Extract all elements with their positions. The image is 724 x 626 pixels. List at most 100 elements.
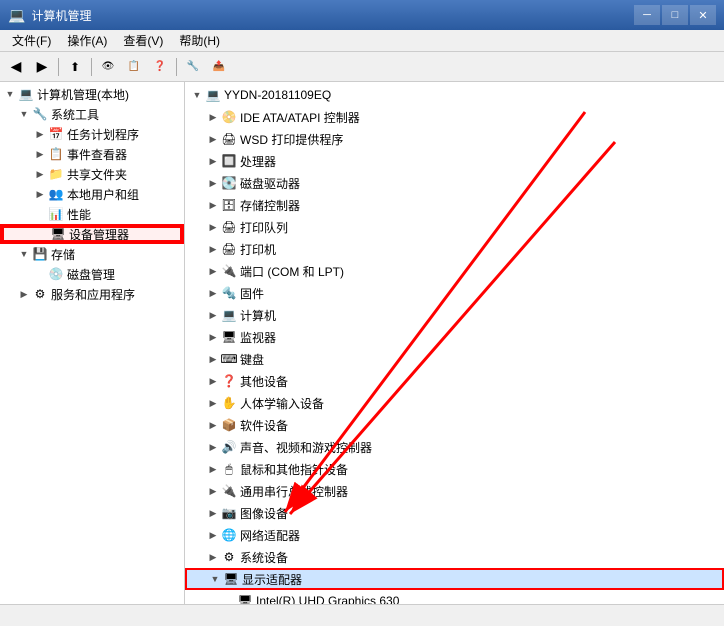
right-label-computer: 计算机 — [240, 307, 276, 324]
right-icon-computer: 💻 — [221, 307, 237, 323]
right-icon-hdisk: 💽 — [221, 175, 237, 191]
shared-icon: 📁 — [48, 166, 64, 182]
right-icon-imaging: 📷 — [221, 505, 237, 521]
right-item-audio[interactable]: ▶ 🔊 声音、视频和游戏控制器 — [185, 436, 724, 458]
right-label-firmware: 固件 — [240, 285, 264, 302]
minimize-button[interactable]: ─ — [634, 5, 660, 25]
right-label-network: 网络适配器 — [240, 527, 300, 544]
right-label-printqueue: 打印队列 — [240, 219, 288, 236]
right-expand-sysdev: ▶ — [205, 549, 221, 565]
right-label-printer: 打印机 — [240, 241, 276, 258]
right-item-wsd[interactable]: ▶ 🖨 WSD 打印提供程序 — [185, 128, 724, 150]
left-tree-item-users[interactable]: ▶ 👥 本地用户和组 — [0, 184, 184, 204]
right-tree-item-root[interactable]: ▼ 💻 YYDN-20181109EQ — [185, 84, 724, 106]
right-item-hdisk[interactable]: ▶ 💽 磁盘驱动器 — [185, 172, 724, 194]
up-button[interactable]: ⬆ — [63, 56, 87, 78]
menu-view[interactable]: 查看(V) — [115, 30, 171, 51]
right-item-keyboard[interactable]: ▶ ⌨ 键盘 — [185, 348, 724, 370]
right-item-printer[interactable]: ▶ 🖨 打印机 — [185, 238, 724, 260]
toolbar-sep-2 — [91, 58, 92, 76]
right-icon-network: 🌐 — [221, 527, 237, 543]
right-expand-network: ▶ — [205, 527, 221, 543]
right-item-cpu[interactable]: ▶ 🔲 处理器 — [185, 150, 724, 172]
left-label-perf: 性能 — [67, 206, 91, 223]
left-tree-item-perf[interactable]: 📊 性能 — [0, 204, 184, 224]
right-icon-ide: 📀 — [221, 109, 237, 125]
services-icon: ⚙ — [32, 286, 48, 302]
expand-icon-disk — [32, 266, 48, 282]
right-label-monitor: 监视器 — [240, 329, 276, 346]
systemtools-icon: 🔧 — [32, 106, 48, 122]
right-item-firmware[interactable]: ▶ 🔩 固件 — [185, 282, 724, 304]
right-expand-usb: ▶ — [205, 483, 221, 499]
right-expand-display: ▼ — [207, 571, 223, 587]
events-icon: 📋 — [48, 146, 64, 162]
left-tree-item-systemtools[interactable]: ▼ 🔧 系统工具 — [0, 104, 184, 124]
right-icon-monitor: 🖥 — [221, 329, 237, 345]
left-tree-item-devmgr[interactable]: 🖥 设备管理器 — [0, 224, 184, 244]
right-icon-hid: ✋ — [221, 395, 237, 411]
menu-bar: 文件(F) 操作(A) 查看(V) 帮助(H) — [0, 30, 724, 52]
forward-button[interactable]: ▶ — [30, 56, 54, 78]
right-icon-firmware: 🔩 — [221, 285, 237, 301]
help-button[interactable]: ❓ — [148, 56, 172, 78]
right-expand-root: ▼ — [189, 87, 205, 103]
left-tree-item-shared[interactable]: ▶ 📁 共享文件夹 — [0, 164, 184, 184]
right-item-mouse[interactable]: ▶ 🖱 鼠标和其他指针设备 — [185, 458, 724, 480]
right-label-intel-gpu: Intel(R) UHD Graphics 630 — [256, 594, 399, 604]
right-label-imaging: 图像设备 — [240, 505, 288, 522]
right-item-swdev[interactable]: ▶ 📦 软件设备 — [185, 414, 724, 436]
expand-icon-devmgr — [34, 226, 50, 242]
right-panel: ▼ 💻 YYDN-20181109EQ ▶ 📀 IDE ATA/ATAPI 控制… — [185, 82, 724, 604]
right-item-intel-gpu[interactable]: 🖥 Intel(R) UHD Graphics 630 — [185, 590, 724, 604]
disk-icon: 💿 — [48, 266, 64, 282]
left-tree-item-root[interactable]: ▼ 💻 计算机管理(本地) — [0, 84, 184, 104]
title-bar: 💻 计算机管理 ─ □ ✕ — [0, 0, 724, 30]
export-button[interactable]: 📤 — [207, 56, 231, 78]
right-item-ports[interactable]: ▶ 🔌 端口 (COM 和 LPT) — [185, 260, 724, 282]
left-panel: ▼ 💻 计算机管理(本地) ▼ 🔧 系统工具 ▶ 📅 任务计划程序 ▶ 📋 事件… — [0, 82, 185, 604]
right-icon-printqueue: 🖨 — [221, 219, 237, 235]
right-label-sysdev: 系统设备 — [240, 549, 288, 566]
right-item-printqueue[interactable]: ▶ 🖨 打印队列 — [185, 216, 724, 238]
right-label-usb: 通用串行总线控制器 — [240, 483, 348, 500]
right-icon-sysdev: ⚙ — [221, 549, 237, 565]
right-icon-other: ❓ — [221, 373, 237, 389]
right-item-imaging[interactable]: ▶ 📷 图像设备 — [185, 502, 724, 524]
tool-button[interactable]: 🔧 — [181, 56, 205, 78]
right-item-monitor[interactable]: ▶ 🖥 监视器 — [185, 326, 724, 348]
left-tree-item-storage[interactable]: ▼ 💾 存储 — [0, 244, 184, 264]
title-bar-text: 计算机管理 — [31, 7, 628, 24]
menu-help[interactable]: 帮助(H) — [171, 30, 228, 51]
right-item-ide[interactable]: ▶ 📀 IDE ATA/ATAPI 控制器 — [185, 106, 724, 128]
right-item-other[interactable]: ▶ ❓ 其他设备 — [185, 370, 724, 392]
left-tree-item-tasks[interactable]: ▶ 📅 任务计划程序 — [0, 124, 184, 144]
right-item-hid[interactable]: ▶ ✋ 人体学输入设备 — [185, 392, 724, 414]
close-button[interactable]: ✕ — [690, 5, 716, 25]
menu-file[interactable]: 文件(F) — [4, 30, 59, 51]
toolbar-sep-1 — [58, 58, 59, 76]
left-label-services: 服务和应用程序 — [51, 286, 135, 303]
toolbar-sep-3 — [176, 58, 177, 76]
right-item-computer[interactable]: ▶ 💻 计算机 — [185, 304, 724, 326]
tasks-icon: 📅 — [48, 126, 64, 142]
right-item-usb[interactable]: ▶ 🔌 通用串行总线控制器 — [185, 480, 724, 502]
properties-button[interactable]: 📋 — [122, 56, 146, 78]
right-item-network[interactable]: ▶ 🌐 网络适配器 — [185, 524, 724, 546]
show-hide-button[interactable]: 👁 — [96, 56, 120, 78]
right-item-display[interactable]: ▼ 🖥 显示适配器 — [185, 568, 724, 590]
right-expand-imaging: ▶ — [205, 505, 221, 521]
left-tree-item-services[interactable]: ▶ ⚙ 服务和应用程序 — [0, 284, 184, 304]
left-tree-item-disk[interactable]: 💿 磁盘管理 — [0, 264, 184, 284]
right-icon-keyboard: ⌨ — [221, 351, 237, 367]
right-item-storagectrl[interactable]: ▶ 🗄 存储控制器 — [185, 194, 724, 216]
maximize-button[interactable]: □ — [662, 5, 688, 25]
right-expand-audio: ▶ — [205, 439, 221, 455]
back-button[interactable]: ◀ — [4, 56, 28, 78]
left-tree-item-events[interactable]: ▶ 📋 事件查看器 — [0, 144, 184, 164]
right-icon-mouse: 🖱 — [221, 461, 237, 477]
right-label-display: 显示适配器 — [242, 571, 302, 588]
menu-action[interactable]: 操作(A) — [59, 30, 115, 51]
right-icon-wsd: 🖨 — [221, 131, 237, 147]
right-item-sysdev[interactable]: ▶ ⚙ 系统设备 — [185, 546, 724, 568]
